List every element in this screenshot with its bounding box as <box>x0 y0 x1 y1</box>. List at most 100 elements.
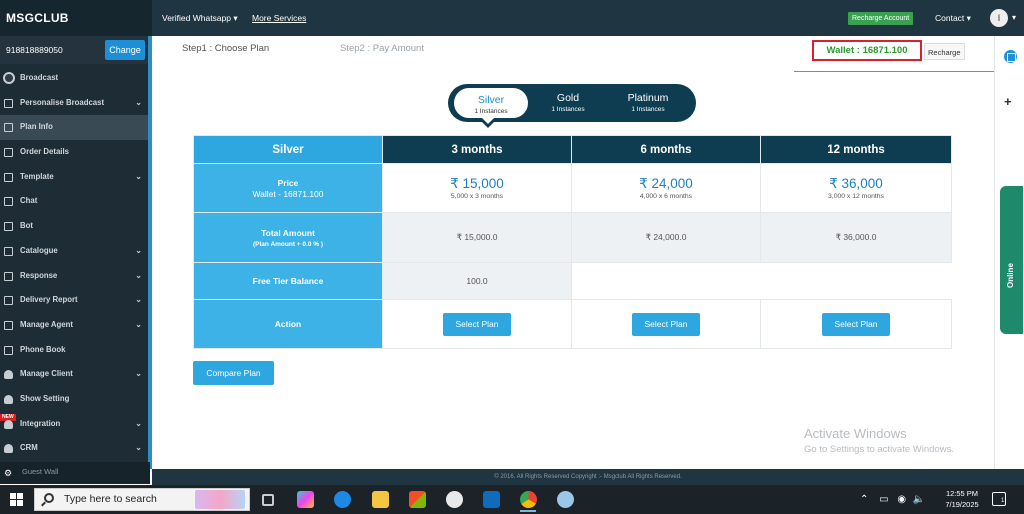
footer-copyright: © 2016. All Rights Reserved Copyright :-… <box>152 469 1024 485</box>
sidebar-item-personalise-broadcast[interactable]: Personalise Broadcast ⌄ <box>0 91 150 116</box>
sidebar-item-plan-info[interactable]: Plan Info <box>0 115 150 141</box>
tab-silver[interactable]: Silver 1 Instances <box>452 86 530 120</box>
sidebar-item-label: Delivery Report <box>20 295 78 305</box>
price-wallet: Wallet - 16871.100 <box>252 188 324 199</box>
users-icon <box>4 419 13 429</box>
copilot-icon[interactable] <box>297 491 314 508</box>
document-icon <box>4 172 13 182</box>
taskbar-search[interactable]: Type here to search <box>34 488 250 511</box>
sidebar-item-crm[interactable]: CRM ⌄ <box>0 436 150 461</box>
price-cell: ₹ 24,000 4,000 x 6 months <box>571 163 761 213</box>
right-panel: + Online <box>994 36 1024 469</box>
sidebar-item-chat[interactable]: Chat <box>0 189 150 214</box>
price-cell: ₹ 36,000 3,000 x 12 months <box>760 163 952 213</box>
contact-menu[interactable]: Contact ▾ <box>935 0 971 36</box>
sidebar-item-catalogue[interactable]: Catalogue ⌄ <box>0 239 150 264</box>
sidebar-item-label: Order Details <box>20 147 69 157</box>
step-choose-plan[interactable]: Step1 : Choose Plan <box>182 43 269 54</box>
price-detail: 4,000 x 6 months <box>639 193 693 200</box>
file-explorer-icon[interactable] <box>372 491 389 508</box>
activate-subtitle: Go to Settings to activate Windows. <box>804 444 954 455</box>
notification-icon[interactable]: 1 <box>992 492 1006 506</box>
account-row: 918818889050 Change <box>0 36 150 64</box>
sidebar-item-label: Manage Agent <box>20 319 73 329</box>
total-label-cell: Total Amount (Plan Amount + 0.0 % ) <box>193 212 383 263</box>
chrome-icon[interactable] <box>520 491 537 508</box>
task-view-icon[interactable] <box>262 494 274 506</box>
clock-date: 7/19/2025 <box>945 500 979 509</box>
sidebar-item-label: Template <box>20 171 54 181</box>
table-row-action: Action Select Plan Select Plan Select Pl… <box>193 299 952 349</box>
sidebar-item-label: Broadcast <box>20 73 59 82</box>
tab-label: Gold <box>556 92 580 104</box>
column-header: 3 months <box>382 135 572 164</box>
system-tray[interactable]: ⌃ ▭ ◉ 🔈 <box>860 485 925 514</box>
search-icon <box>44 493 54 503</box>
sidebar-item-manage-agent[interactable]: Manage Agent ⌄ <box>0 313 150 338</box>
total-label: Total Amount <box>261 227 315 238</box>
plus-icon[interactable]: + <box>1004 94 1012 109</box>
free-tier-label: Free Tier Balance <box>193 262 383 300</box>
sidebar-item-show-setting[interactable]: Show Setting <box>0 387 150 412</box>
document-icon <box>4 345 13 355</box>
sidebar-item-label: Manage Client <box>20 369 73 379</box>
chevron-down-icon[interactable]: ▾ <box>1012 0 1016 36</box>
brand-logo[interactable]: MSGCLUB <box>0 0 152 36</box>
outlook-icon[interactable] <box>483 491 500 508</box>
sidebar-item-response[interactable]: Response ⌄ <box>0 264 150 289</box>
recharge-button[interactable]: Recharge <box>924 43 965 60</box>
store-icon[interactable] <box>409 491 426 508</box>
select-plan-12-months-button[interactable]: Select Plan <box>822 312 890 336</box>
change-account-button[interactable]: Change <box>105 40 145 60</box>
select-plan-3-months-button[interactable]: Select Plan <box>443 312 511 336</box>
tab-gold[interactable]: Gold 1 Instances <box>534 84 602 122</box>
table-header-row: Silver 3 months 6 months 12 months <box>193 135 952 164</box>
sidebar-bottom: ⚙ Guest Wall <box>0 462 150 484</box>
sidebar-item-template[interactable]: Template ⌄ <box>0 165 150 190</box>
step-pay-amount[interactable]: Step2 : Pay Amount <box>340 43 424 54</box>
table-row-price: Price Wallet - 16871.100 ₹ 15,000 5,000 … <box>193 163 952 213</box>
gear-icon[interactable]: ⚙ <box>4 468 12 479</box>
main-content: Step1 : Choose Plan Step2 : Pay Amount W… <box>152 36 994 469</box>
compare-plan-button[interactable]: Compare Plan <box>193 361 274 385</box>
edge-browser-icon[interactable] <box>334 491 351 508</box>
empty-cell <box>571 262 761 300</box>
tab-instances: 1 Instances <box>474 108 508 115</box>
app-icon[interactable] <box>446 491 463 508</box>
sidebar-item-delivery-report[interactable]: Delivery Report ⌄ <box>0 288 150 313</box>
guest-wall-label[interactable]: Guest Wall <box>22 462 58 482</box>
chevron-down-icon: ⌄ <box>135 245 142 255</box>
total-amount: ₹ 15,000.0 <box>382 212 572 263</box>
sidebar-item-broadcast[interactable]: Broadcast <box>0 66 150 91</box>
plan-tabs: Silver 1 Instances Gold 1 Instances Plat… <box>448 84 696 122</box>
sidebar-toggle-icon[interactable] <box>1004 50 1017 63</box>
windows-start-icon[interactable] <box>10 493 23 506</box>
volume-icon[interactable]: 🔈 <box>913 494 925 505</box>
sidebar-item-phone-book[interactable]: Phone Book <box>0 338 150 363</box>
activate-title: Activate Windows <box>804 426 907 441</box>
column-header: 6 months <box>571 135 761 164</box>
sidebar-item-label: Integration <box>20 418 61 428</box>
total-sub: (Plan Amount + 0.0 % ) <box>252 240 323 248</box>
verified-whatsapp-menu[interactable]: Verified Whatsapp ▾ <box>162 13 238 23</box>
chevron-up-icon[interactable]: ⌃ <box>860 494 868 505</box>
recharge-account-button[interactable]: Recharge Account <box>848 12 914 25</box>
network-icon[interactable]: ◉ <box>897 494 906 505</box>
battery-icon[interactable]: ▭ <box>879 494 888 505</box>
select-plan-6-months-button[interactable]: Select Plan <box>632 312 700 336</box>
sidebar: 918818889050 Change Broadcast Personalis… <box>0 36 150 469</box>
price-detail: 5,000 x 3 months <box>450 193 504 200</box>
sidebar-item-bot[interactable]: Bot <box>0 214 150 239</box>
sidebar-item-manage-client[interactable]: Manage Client ⌄ <box>0 362 150 387</box>
paint-icon[interactable] <box>557 491 574 508</box>
online-chat-tab[interactable]: Online <box>1000 186 1023 334</box>
tab-platinum[interactable]: Platinum 1 Instances <box>608 84 688 122</box>
avatar[interactable]: I <box>990 9 1008 27</box>
more-services-link[interactable]: More Services <box>252 13 306 23</box>
sidebar-item-integration[interactable]: NEW Integration ⌄ <box>0 412 150 437</box>
sidebar-item-order-details[interactable]: Order Details <box>0 140 150 165</box>
activate-windows-watermark: Activate Windows Go to Settings to activ… <box>804 426 954 455</box>
price-amount: ₹ 36,000 <box>829 176 883 191</box>
document-icon <box>4 98 13 108</box>
taskbar-clock[interactable]: 12:55 PM 7/19/2025 <box>940 488 984 510</box>
